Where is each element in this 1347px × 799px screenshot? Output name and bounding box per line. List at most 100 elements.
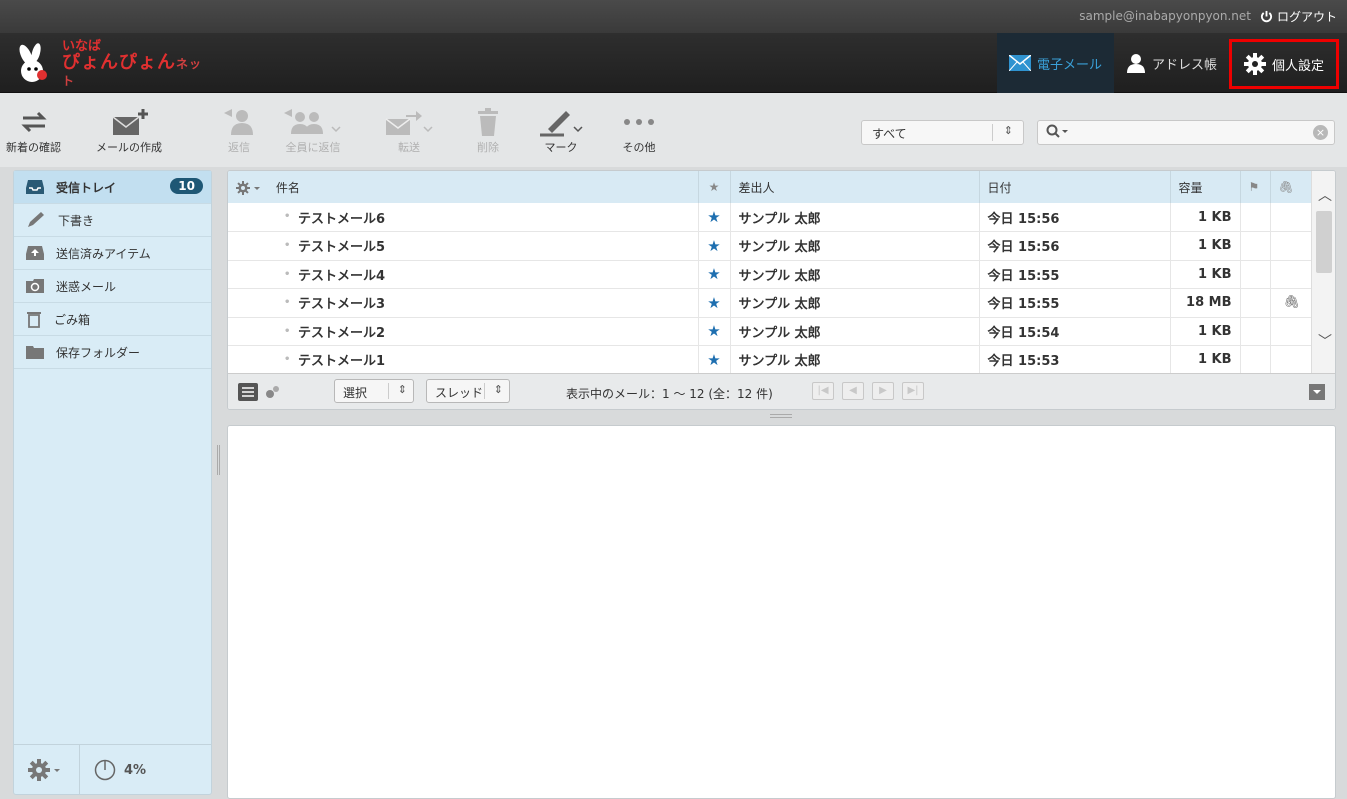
thread-menu[interactable]: スレッド ⇕ <box>426 379 510 403</box>
table-row[interactable]: テストメール3 ★ サンプル 太郎 今日 15:55 18 MB 🖇 <box>228 288 1314 318</box>
table-row[interactable]: テストメール6 ★ サンプル 太郎 今日 15:56 1 KB <box>228 203 1314 232</box>
folder-label: 保存フォルダー <box>56 345 141 360</box>
row-flag[interactable] <box>1240 203 1271 232</box>
row-size: 1 KB <box>1170 345 1241 375</box>
folder-drafts[interactable]: 下書き <box>14 204 211 237</box>
table-row[interactable]: テストメール2 ★ サンプル 太郎 今日 15:54 1 KB <box>228 317 1314 346</box>
collapse-preview-icon[interactable] <box>1309 384 1325 400</box>
star-icon[interactable]: ★ <box>698 260 731 289</box>
search-icon[interactable] <box>1046 124 1070 143</box>
row-flag[interactable] <box>1240 317 1271 346</box>
sidebar-footer: 4% <box>14 744 211 795</box>
row-date: 今日 15:55 <box>979 288 1171 318</box>
main-nav: 電子メール アドレス帳 個人設定 <box>996 33 1347 93</box>
table-header-row: 件名 ★ 差出人 日付 容量 ⚑ 🖇 <box>228 171 1314 203</box>
search-input[interactable] <box>1072 124 1302 141</box>
folder-label: ごみ箱 <box>54 312 91 327</box>
folder-sent[interactable]: 送信済みアイテム <box>14 237 211 270</box>
list-scrollbar[interactable]: ︿ ﹀ <box>1311 171 1335 373</box>
star-icon[interactable]: ★ <box>698 345 731 375</box>
folder-junk[interactable]: 迷惑メール <box>14 270 211 303</box>
tab-settings[interactable]: 個人設定 <box>1228 39 1339 89</box>
compose-label: メールの作成 <box>96 141 162 154</box>
tab-addressbook-label: アドレス帳 <box>1151 57 1217 73</box>
row-date: 今日 15:54 <box>979 317 1171 346</box>
folder-trash[interactable]: ごみ箱 <box>14 303 211 336</box>
tab-addressbook[interactable]: アドレス帳 <box>1114 33 1229 93</box>
logout-button[interactable]: ログアウト <box>1260 8 1337 25</box>
updown-arrow-icon: ⇕ <box>493 383 503 396</box>
filter-divider <box>992 124 993 141</box>
trash-icon <box>478 108 498 136</box>
list-options-gear-icon[interactable] <box>236 181 266 195</box>
column-flagged[interactable]: ★ <box>698 171 731 203</box>
check-mail-button[interactable]: 新着の確認 <box>6 105 61 155</box>
star-icon[interactable]: ★ <box>698 203 731 232</box>
forward-button[interactable]: 転送 <box>384 105 434 155</box>
thread-view-icon[interactable] <box>264 384 282 400</box>
rabbit-logo-icon <box>12 43 58 85</box>
marker-pen-icon <box>540 111 583 137</box>
tab-email-label: 電子メール <box>1036 57 1102 73</box>
power-icon <box>1260 10 1272 23</box>
select-menu[interactable]: 選択 ⇕ <box>334 379 414 403</box>
mark-button[interactable]: マーク <box>538 105 584 155</box>
list-view-icon[interactable] <box>238 383 258 401</box>
tab-email[interactable]: 電子メール <box>996 33 1114 93</box>
inbox-icon <box>26 180 44 194</box>
scroll-up-icon[interactable]: ︿ <box>1318 185 1332 205</box>
mark-label: マーク <box>544 141 578 154</box>
flag-icon: ⚑ <box>1248 180 1260 194</box>
logo[interactable]: いなば ぴょんぴょんネット <box>12 39 202 88</box>
column-size[interactable]: 容量 <box>1170 171 1241 203</box>
trash-icon <box>27 312 41 328</box>
folder-options-button[interactable] <box>14 745 80 795</box>
updown-arrow-icon: ⇕ <box>397 383 407 396</box>
reply-button[interactable]: 返信 <box>222 105 256 155</box>
column-from[interactable]: 差出人 <box>730 171 980 203</box>
folder-archive[interactable]: 保存フォルダー <box>14 336 211 369</box>
star-icon[interactable]: ★ <box>698 288 731 318</box>
scroll-down-icon[interactable]: ﹀ <box>1318 331 1332 351</box>
column-flag[interactable]: ⚑ <box>1240 171 1271 203</box>
column-attachment[interactable]: 🖇 <box>1270 171 1314 203</box>
row-flag[interactable] <box>1240 260 1271 289</box>
column-date-label: 日付 <box>987 180 1012 195</box>
table-row[interactable]: テストメール4 ★ サンプル 太郎 今日 15:55 1 KB <box>228 260 1314 289</box>
compose-button[interactable]: メールの作成 <box>96 105 162 155</box>
reply-all-button[interactable]: 全員に返信 <box>282 105 344 155</box>
message-table: 件名 ★ 差出人 日付 容量 ⚑ 🖇 テストメール6 ★ サンプル 太郎 今日 … <box>228 171 1314 375</box>
table-row[interactable]: テストメール5 ★ サンプル 太郎 今日 15:56 1 KB <box>228 231 1314 261</box>
sidebar-resize-handle[interactable] <box>217 445 220 475</box>
clear-search-icon[interactable]: × <box>1313 125 1328 140</box>
prev-page-icon[interactable]: ◀ <box>842 382 864 400</box>
reply-all-label: 全員に返信 <box>285 141 341 154</box>
column-date[interactable]: 日付 <box>979 171 1171 203</box>
row-flag[interactable] <box>1240 345 1271 375</box>
row-subject: テストメール2 <box>228 317 699 346</box>
row-attachment <box>1270 317 1314 346</box>
last-page-icon[interactable]: ▶| <box>902 382 924 400</box>
row-flag[interactable] <box>1240 231 1271 261</box>
star-icon[interactable]: ★ <box>698 231 731 261</box>
row-flag[interactable] <box>1240 288 1271 318</box>
scroll-thumb[interactable] <box>1316 211 1332 273</box>
sent-icon <box>26 246 44 260</box>
delete-button[interactable]: 削除 <box>476 105 500 155</box>
column-subject-label: 件名 <box>275 180 300 195</box>
search-box: × <box>1037 120 1335 145</box>
folder-inbox[interactable]: 受信トレイ 10 <box>14 171 211 204</box>
star-icon[interactable]: ★ <box>698 317 731 346</box>
check-mail-label: 新着の確認 <box>6 141 61 154</box>
table-row[interactable]: テストメール1 ★ サンプル 太郎 今日 15:53 1 KB <box>228 345 1314 375</box>
preview-resize-handle[interactable] <box>770 414 792 418</box>
quota-percent: 4% <box>124 762 147 778</box>
column-subject[interactable]: 件名 <box>228 171 699 203</box>
more-label: その他 <box>622 141 656 154</box>
folder-label: 下書き <box>58 213 95 228</box>
filter-select[interactable]: すべて ⇕ <box>861 120 1024 145</box>
next-page-icon[interactable]: ▶ <box>872 382 894 400</box>
more-button[interactable]: その他 <box>622 105 656 155</box>
first-page-icon[interactable]: |◀ <box>812 382 834 400</box>
folder-sidebar: 受信トレイ 10 下書き 送信済みアイテム 迷惑メール ごみ箱 保存フォルダー … <box>13 170 212 795</box>
